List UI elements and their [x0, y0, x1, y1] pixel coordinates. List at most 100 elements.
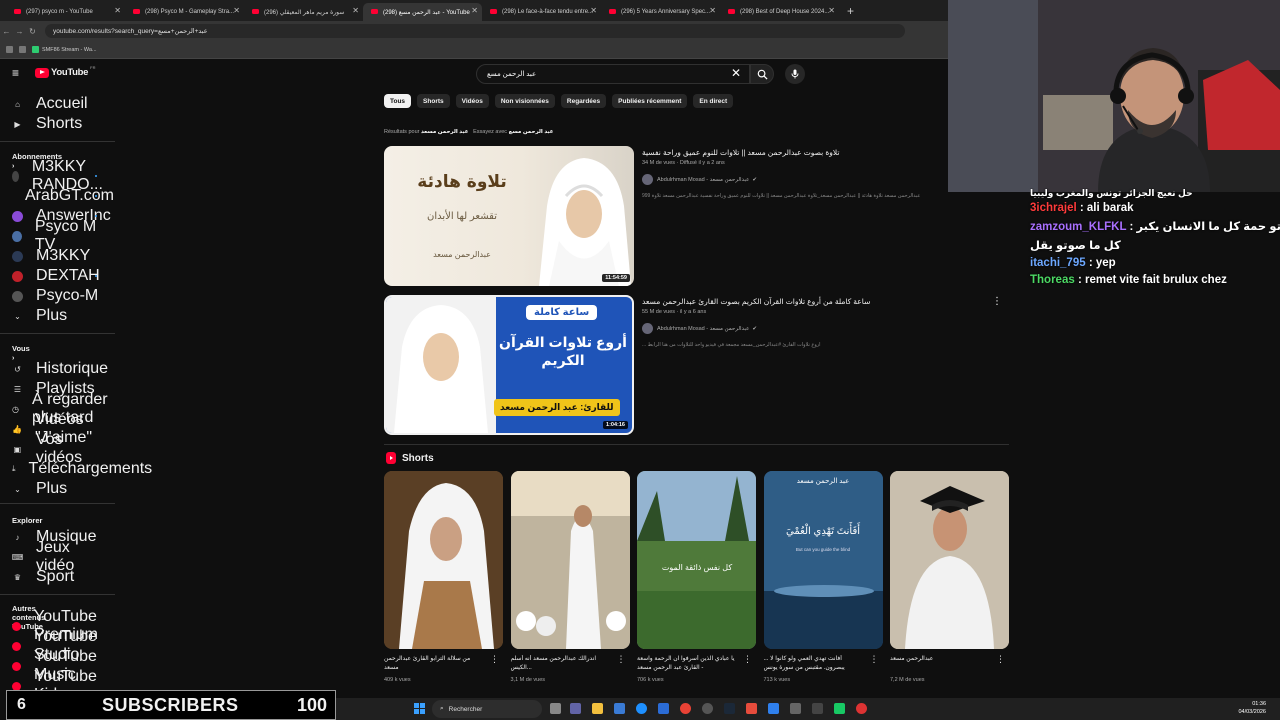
- short-thumbnail[interactable]: كل نفس ذائقة الموت: [637, 471, 756, 649]
- grid-icon[interactable]: [19, 46, 26, 53]
- short-title[interactable]: اندرالك عبدالرحمن مسعد أنه أسلم الكيس...: [511, 655, 609, 673]
- sidebar-subscription[interactable]: ArabGT.com: [12, 187, 114, 204]
- short-title[interactable]: من سلالة الترابو القارئ عبدالرحمن مسعد: [384, 655, 482, 673]
- sidebar-item-chevron-down[interactable]: ⌄ Plus: [12, 480, 112, 497]
- try-query[interactable]: عبد الرحمن مسع: [509, 129, 554, 135]
- video-thumbnail[interactable]: تلاوة هادئة تقشعر لها الأبدان عبدالرحمن …: [384, 146, 634, 286]
- steam-icon[interactable]: [724, 703, 735, 714]
- short-thumbnail[interactable]: [384, 471, 503, 649]
- close-tab-icon[interactable]: ✕: [233, 6, 240, 15]
- edge-icon[interactable]: [636, 703, 647, 714]
- filter-chip[interactable]: Tous: [384, 94, 412, 108]
- you-header[interactable]: Vous ›: [12, 344, 30, 362]
- channel-link[interactable]: Abdulrhman Mosad - عبدالرحمن مسعد ✔: [642, 174, 757, 185]
- back-icon[interactable]: ←: [0, 27, 13, 36]
- short-title[interactable]: عبدالرحمن مسعد: [890, 655, 988, 673]
- youtube-logo[interactable]: YouTube FR: [35, 65, 95, 78]
- app-icon[interactable]: [790, 703, 801, 714]
- channel-link[interactable]: Abdulrhman Mosad - عبدالرحمن مسعد ✔: [642, 323, 757, 334]
- short-card[interactable]: اندرالك عبدالرحمن مسعد أنه أسلم الكيس...…: [510, 471, 630, 683]
- task-view-icon[interactable]: [550, 703, 561, 714]
- close-tab-icon[interactable]: ✕: [828, 6, 835, 15]
- close-tab-icon[interactable]: ✕: [352, 6, 359, 15]
- app-icon[interactable]: [746, 703, 757, 714]
- browser-tab[interactable]: (298) Le face-à-face tendu entre... ✕: [482, 3, 601, 21]
- sidebar-item-history[interactable]: ↺ Historique: [12, 360, 112, 377]
- teams-icon[interactable]: [570, 703, 581, 714]
- file-explorer-icon[interactable]: [592, 703, 603, 714]
- windows-start-icon[interactable]: [414, 703, 425, 714]
- short-card[interactable]: من سلالة الترابو القارئ عبدالرحمن مسعد 40…: [384, 471, 503, 683]
- more-options-icon[interactable]: ⋮: [870, 654, 879, 665]
- short-card[interactable]: كل نفس ذائقة الموت يا عبادي الذين أسرفوا …: [637, 471, 756, 683]
- sidebar-item-download[interactable]: ⤓ Téléchargements: [12, 460, 152, 477]
- filter-chip[interactable]: Non visionnées: [494, 94, 555, 108]
- app-icon[interactable]: [768, 703, 779, 714]
- browser-tab[interactable]: (298) Psyco M - Gameplay Stra... ✕: [125, 3, 244, 21]
- filter-chip[interactable]: Vidéos: [455, 94, 489, 108]
- filter-chip[interactable]: Shorts: [417, 94, 450, 108]
- clear-icon[interactable]: ✕: [731, 66, 741, 80]
- more-options-icon[interactable]: ⋮: [490, 654, 499, 665]
- video-result[interactable]: ساعة كاملة أروع تلاوات القرآن الكريم للق…: [384, 295, 1004, 435]
- app-icon[interactable]: [812, 703, 823, 714]
- more-options-icon[interactable]: ⋮: [992, 296, 1002, 307]
- taskbar-search[interactable]: ⌕ Rechercher: [432, 700, 542, 718]
- short-thumbnail[interactable]: عبد الرحمن مسعد أَفَأَنتَ تَهْدِي الْعُمْ…: [763, 471, 883, 649]
- forward-icon[interactable]: →: [13, 27, 26, 36]
- more-options-icon[interactable]: ⋮: [996, 654, 1005, 665]
- close-tab-icon[interactable]: ✕: [709, 6, 716, 15]
- sidebar-item-trophy[interactable]: ♛ Sport: [12, 568, 112, 585]
- video-title[interactable]: ساعة كاملة من أروع تلاوات القرآن الكريم …: [642, 297, 982, 306]
- bookmark-item[interactable]: SMF86 Stream - Wa...: [32, 46, 97, 53]
- sidebar-item-shorts[interactable]: ▶ Shorts: [12, 115, 112, 132]
- mic-button[interactable]: [785, 64, 805, 84]
- close-tab-icon[interactable]: ✕: [471, 6, 478, 15]
- sidebar-subscription[interactable]: M3KKY: [12, 247, 112, 264]
- url-field[interactable]: youtube.com/results?search_query=عبد+الر…: [45, 24, 905, 38]
- more-options-icon[interactable]: ⋮: [617, 654, 626, 665]
- app-icon[interactable]: [834, 703, 845, 714]
- filter-chip[interactable]: En direct: [693, 94, 734, 108]
- browser-tab[interactable]: (296) 5 Years Anniversary Spec... ✕: [601, 3, 720, 21]
- short-thumbnail[interactable]: [890, 471, 1009, 649]
- video-thumbnail[interactable]: ساعة كاملة أروع تلاوات القرآن الكريم للق…: [384, 295, 634, 435]
- store-icon[interactable]: [614, 703, 625, 714]
- close-tab-icon[interactable]: ✕: [590, 6, 597, 15]
- sidebar-subscription[interactable]: DEXTAH: [12, 267, 112, 284]
- sidebar-item-video[interactable]: ▣ Vos vidéos: [12, 431, 112, 466]
- search-input[interactable]: عبد الرحمن مسع: [476, 64, 750, 84]
- video-title[interactable]: تلاوة بصوت عبدالرحمن مسعد || تلاوات للنو…: [642, 148, 982, 157]
- close-tab-icon[interactable]: ✕: [114, 6, 121, 15]
- browser-tab[interactable]: (296) سورة مريم ماهر المعيقلي ✕: [244, 3, 363, 21]
- browser-tab[interactable]: (298) Best of Deep House 2024... ✕: [720, 3, 839, 21]
- sidebar-item-gamepad[interactable]: ⌨ Jeux vidéo: [12, 539, 112, 574]
- video-result[interactable]: تلاوة هادئة تقشعر لها الأبدان عبدالرحمن …: [384, 146, 1004, 286]
- more-options-icon[interactable]: ⋮: [743, 654, 752, 665]
- obs-icon[interactable]: [702, 703, 713, 714]
- new-tab-button[interactable]: +: [847, 4, 854, 18]
- browser-tab[interactable]: (297) psyco m - YouTube ✕: [6, 3, 125, 21]
- short-card[interactable]: عبد الرحمن مسعد أَفَأَنتَ تَهْدِي الْعُمْ…: [763, 471, 883, 683]
- reload-icon[interactable]: ↻: [26, 27, 39, 36]
- short-thumbnail[interactable]: [510, 471, 630, 649]
- short-title[interactable]: أفأنت تهدي العمي ولو كانوا لا ... يبصرون…: [764, 655, 862, 673]
- app-icon[interactable]: [856, 703, 867, 714]
- filter-chip[interactable]: Publiées récemment: [612, 94, 688, 108]
- sidebar-subscription[interactable]: M3KKY RANDO...: [12, 158, 112, 193]
- chrome-icon[interactable]: [680, 703, 691, 714]
- correction-query[interactable]: عبد الرحمن مسعد: [421, 129, 469, 135]
- browser-tab[interactable]: (298) عبد الرحمن مسع - YouTube ✕: [363, 3, 482, 21]
- menu-icon[interactable]: ≡: [12, 67, 23, 79]
- sidebar-subscription[interactable]: Psyco-M: [12, 287, 112, 304]
- system-clock[interactable]: 01:36 04/03/2026: [1238, 701, 1266, 716]
- search-button[interactable]: [750, 64, 774, 84]
- short-card[interactable]: عبدالرحمن مسعد 7,2 M de vues ⋮: [890, 471, 1009, 683]
- mail-icon[interactable]: [658, 703, 669, 714]
- short-title[interactable]: يا عبادي الذين أسرفوا ان الرحمة واسعة - …: [637, 655, 735, 673]
- sidebar-subscription[interactable]: Psyco M TV: [12, 218, 112, 253]
- apps-icon[interactable]: [6, 46, 13, 53]
- sidebar-subscription[interactable]: ⌄ Plus: [12, 307, 112, 324]
- filter-chip[interactable]: Regardées: [560, 94, 607, 108]
- sidebar-item-home[interactable]: ⌂ Accueil: [12, 95, 112, 112]
